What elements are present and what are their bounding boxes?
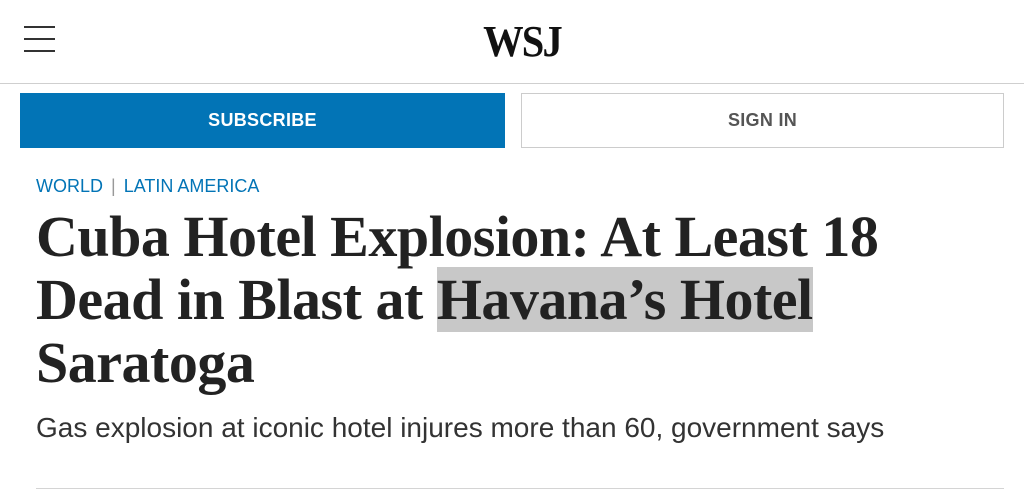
hamburger-menu-icon[interactable] (24, 26, 55, 52)
headline-text-end: Saratoga (36, 330, 255, 395)
article-dek: Gas explosion at iconic hotel injures mo… (36, 412, 885, 443)
top-bar: WSJ (0, 0, 1024, 84)
breadcrumb-latin-america-link[interactable]: LATIN AMERICA (124, 174, 260, 198)
breadcrumb-world-link[interactable]: WORLD (36, 174, 103, 198)
sign-in-button[interactable]: SIGN IN (521, 93, 1004, 148)
wsj-logo[interactable]: WSJ (467, 16, 577, 68)
breadcrumb: WORLD | LATIN AMERICA (36, 174, 259, 198)
menu-line (24, 38, 55, 40)
menu-line (24, 50, 55, 52)
menu-line (24, 26, 55, 28)
subscribe-button[interactable]: SUBSCRIBE (20, 93, 505, 148)
breadcrumb-separator: | (111, 176, 116, 196)
content-divider (36, 488, 1004, 489)
headline-selected-text: Havana’s Hotel (436, 267, 813, 332)
article-headline: Cuba Hotel Explosion: At Least 18 Dead i… (36, 205, 996, 394)
